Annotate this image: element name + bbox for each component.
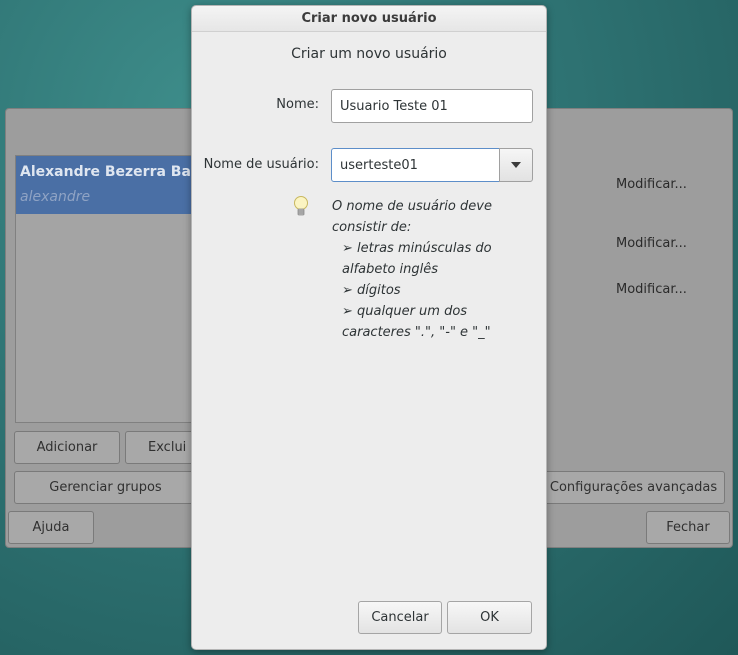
user-list[interactable]: Alexandre Bezerra Ba alexandre: [15, 155, 197, 423]
user-list-item-selected[interactable]: Alexandre Bezerra Ba alexandre: [16, 156, 196, 214]
username-dropdown-button[interactable]: [499, 148, 533, 182]
modify-link-2[interactable]: Modificar...: [616, 236, 687, 251]
hint-bullet-letters: ➢ letras minúsculas do alfabeto inglês: [342, 241, 492, 277]
dialog-heading: Criar um novo usuário: [291, 46, 447, 62]
advanced-settings-button[interactable]: Configurações avançadas: [542, 471, 725, 504]
dialog-title[interactable]: Criar novo usuário: [192, 6, 546, 32]
username-combo[interactable]: [331, 148, 533, 182]
user-login-name: alexandre: [20, 189, 91, 205]
name-label: Nome:: [276, 97, 319, 112]
hint-intro: O nome de usuário deve consistir de:: [332, 199, 492, 235]
user-full-name: Alexandre Bezerra Ba: [20, 164, 191, 180]
ok-button[interactable]: OK: [447, 601, 532, 634]
cancel-button[interactable]: Cancelar: [358, 601, 442, 634]
close-button[interactable]: Fechar: [646, 511, 730, 544]
hint-bullet-characters: ➢ qualquer um dos caracteres ".", "-" e …: [342, 304, 491, 340]
add-user-button[interactable]: Adicionar: [14, 431, 120, 464]
hint-bullet-digits: ➢ dígitos: [342, 283, 401, 298]
create-user-dialog: Criar novo usuário Criar um novo usuário…: [191, 5, 547, 650]
modify-link-1[interactable]: Modificar...: [616, 177, 687, 192]
manage-groups-button[interactable]: Gerenciar grupos: [14, 471, 197, 504]
chevron-down-icon: [511, 162, 521, 168]
username-hint: O nome de usuário deve consistir de: ➢ l…: [332, 196, 537, 343]
username-input[interactable]: [331, 148, 500, 182]
username-label: Nome de usuário:: [203, 157, 319, 172]
modify-link-3[interactable]: Modificar...: [616, 282, 687, 297]
help-button[interactable]: Ajuda: [8, 511, 94, 544]
name-input[interactable]: [331, 89, 533, 123]
lightbulb-icon: [294, 196, 308, 216]
delete-user-button[interactable]: Exclui: [125, 431, 197, 464]
